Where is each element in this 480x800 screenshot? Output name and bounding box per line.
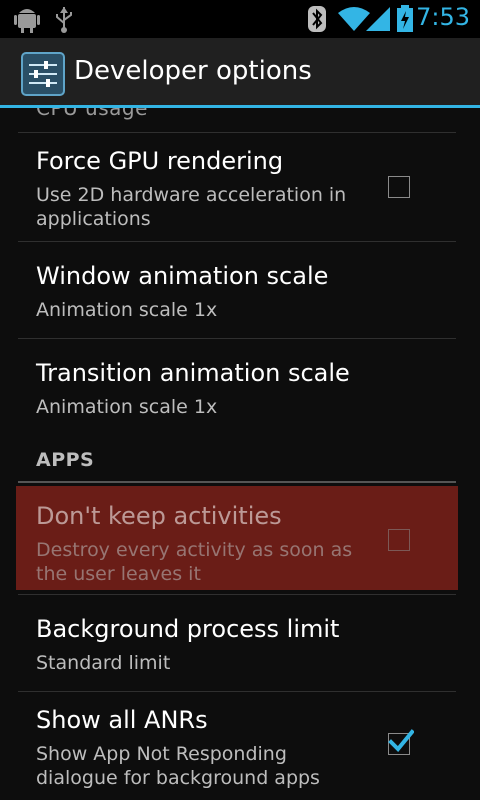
usb-icon [54, 5, 74, 37]
developer-settings-icon[interactable] [21, 52, 65, 96]
action-bar: Developer options [0, 38, 480, 108]
list-item-window-animation-scale[interactable]: Window animation scale Animation scale 1… [0, 242, 480, 338]
settings-list[interactable]: CPU usage Force GPU rendering Use 2D har… [0, 108, 480, 800]
section-divider [18, 481, 456, 483]
item-summary: Destroy every activity as soon as the us… [36, 539, 353, 585]
status-time: 7:53 [416, 3, 470, 31]
status-bar: 7:53 [0, 0, 480, 38]
item-title: Force GPU rendering [36, 147, 284, 175]
checkmark-icon [388, 729, 414, 752]
item-summary: Animation scale 1x [36, 299, 218, 321]
section-header-apps: APPS [36, 449, 95, 471]
list-item-transition-animation-scale[interactable]: Transition animation scale Animation sca… [0, 339, 480, 435]
item-summary: Animation scale 1x [36, 396, 218, 418]
item-title: Show all ANRs [36, 706, 208, 734]
bluetooth-icon [308, 5, 326, 37]
item-summary: Use 2D hardware acceleration in applicat… [36, 184, 347, 230]
list-item-force-gpu-rendering[interactable]: Force GPU rendering Use 2D hardware acce… [0, 133, 480, 241]
list-item-cpu-usage-title: CPU usage [36, 108, 148, 120]
list-item-show-all-anrs[interactable]: Show all ANRs Show App Not Responding di… [0, 692, 480, 800]
force-gpu-checkbox[interactable] [388, 176, 410, 198]
item-title: Background process limit [36, 615, 340, 643]
list-item-background-process-limit[interactable]: Background process limit Standard limit [0, 595, 480, 691]
item-summary: Show App Not Responding dialogue for bac… [36, 743, 320, 789]
item-title: Don't keep activities [36, 502, 282, 530]
item-title: Transition animation scale [36, 359, 350, 387]
item-title: Window animation scale [36, 262, 329, 290]
item-summary: Standard limit [36, 652, 171, 674]
android-debug-icon [14, 5, 40, 37]
page-title: Developer options [74, 56, 312, 86]
battery-charging-icon [396, 5, 414, 37]
list-item-dont-keep-activities[interactable]: Don't keep activities Destroy every acti… [0, 486, 480, 590]
signal-icon [366, 5, 390, 37]
show-all-anrs-checkbox[interactable] [388, 729, 414, 755]
dont-keep-activities-checkbox[interactable] [388, 529, 410, 551]
